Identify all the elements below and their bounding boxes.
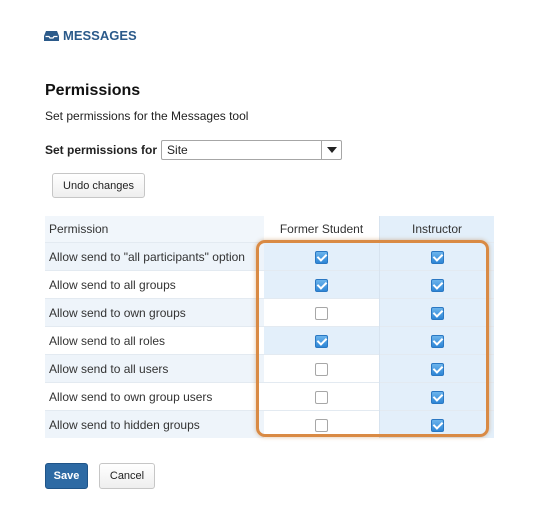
- former-student-checkbox[interactable]: [315, 362, 328, 376]
- permission-label: Allow send to own group users: [45, 382, 264, 411]
- page-title: Permissions: [45, 82, 141, 99]
- permission-label: Allow send to own groups: [45, 298, 264, 327]
- table-row: Allow send to all roles: [45, 326, 494, 355]
- instructor-checkbox[interactable]: [430, 390, 444, 404]
- column-header-former-student[interactable]: Former Student: [264, 216, 380, 243]
- permission-label: Allow send to hidden groups: [45, 410, 264, 438]
- permissions-for-label: Set permissions for: [45, 143, 158, 157]
- instructor-checkbox[interactable]: [430, 334, 444, 348]
- select-arrow[interactable]: [321, 141, 341, 159]
- instructor-checkbox[interactable]: [430, 362, 444, 376]
- table-row: Allow send to all users: [45, 354, 494, 383]
- instructor-cell: [379, 382, 494, 411]
- instructor-checkbox[interactable]: [430, 418, 444, 432]
- former-student-cell: [264, 326, 380, 355]
- table-row: Allow send to own groups: [45, 298, 494, 327]
- permissions-table: Permission Former Student Instructor All…: [45, 216, 494, 438]
- former-student-cell: [264, 354, 380, 383]
- permission-label: Allow send to all roles: [45, 326, 264, 355]
- former-student-cell: [264, 382, 380, 411]
- select-value: Site: [167, 143, 188, 157]
- instructor-cell: [379, 354, 494, 383]
- save-button[interactable]: Save: [45, 463, 88, 489]
- tool-title-label: MESSAGES: [63, 28, 137, 43]
- table-header-row: Permission Former Student Instructor: [45, 216, 494, 243]
- permission-label: Allow send to all users: [45, 354, 264, 383]
- former-student-checkbox[interactable]: [315, 334, 328, 348]
- table-row: Allow send to "all participants" option: [45, 242, 494, 271]
- cancel-button[interactable]: Cancel: [99, 463, 155, 489]
- column-header-instructor[interactable]: Instructor: [379, 216, 494, 243]
- column-header-permission: Permission: [45, 216, 264, 243]
- table-row: Allow send to hidden groups: [45, 410, 494, 438]
- instructor-cell: [379, 298, 494, 327]
- undo-changes-button[interactable]: Undo changes: [52, 173, 145, 198]
- tool-title: MESSAGES: [44, 28, 137, 43]
- former-student-cell: [264, 242, 380, 271]
- table-row: Allow send to own group users: [45, 382, 494, 411]
- instructions-text: Set permissions for the Messages tool: [45, 109, 249, 123]
- inbox-icon: [44, 30, 59, 41]
- instructor-cell: [379, 326, 494, 355]
- permissions-for-select[interactable]: Site: [161, 140, 343, 160]
- instructor-cell: [379, 242, 494, 271]
- instructor-checkbox[interactable]: [430, 306, 444, 320]
- instructor-cell: [379, 410, 494, 438]
- former-student-cell: [264, 270, 380, 299]
- former-student-checkbox[interactable]: [315, 418, 328, 432]
- instructor-cell: [379, 270, 494, 299]
- table-row: Allow send to all groups: [45, 270, 494, 299]
- former-student-cell: [264, 298, 380, 327]
- permission-label: Allow send to all groups: [45, 270, 264, 299]
- former-student-checkbox[interactable]: [315, 250, 328, 264]
- chevron-down-icon: [326, 147, 337, 153]
- permission-label: Allow send to "all participants" option: [45, 242, 264, 271]
- instructor-checkbox[interactable]: [430, 278, 444, 292]
- former-student-checkbox[interactable]: [315, 278, 328, 292]
- instructor-checkbox[interactable]: [430, 250, 444, 264]
- former-student-cell: [264, 410, 380, 438]
- former-student-checkbox[interactable]: [315, 306, 328, 320]
- former-student-checkbox[interactable]: [315, 390, 328, 404]
- permissions-for-row: Set permissions for Site: [45, 140, 343, 160]
